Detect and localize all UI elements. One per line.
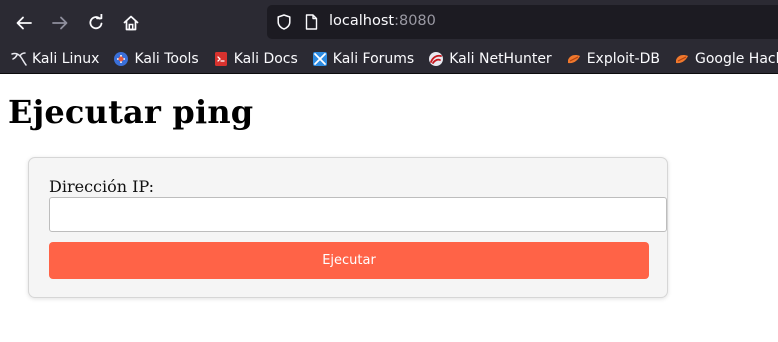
- url-text[interactable]: localhost:8080: [329, 13, 436, 29]
- ip-address-label: Dirección IP:: [49, 177, 155, 196]
- home-icon: [123, 15, 139, 31]
- bookmark-kali-forums[interactable]: Kali Forums: [302, 47, 418, 71]
- execute-button[interactable]: Ejecutar: [49, 242, 649, 279]
- ip-address-input[interactable]: [49, 197, 667, 232]
- kali-docs-icon: [214, 52, 227, 66]
- bookmark-label: Kali Docs: [233, 51, 298, 67]
- url-port: :8080: [394, 13, 436, 29]
- bookmark-kali-nethunter[interactable]: Kali NetHunter: [418, 47, 555, 71]
- kali-dragon-icon: [11, 52, 27, 66]
- address-bar[interactable]: localhost:8080: [267, 5, 778, 39]
- page-title: Ejecutar ping: [8, 93, 254, 131]
- browser-toolbar: localhost:8080: [0, 0, 778, 45]
- bookmark-exploit-db[interactable]: Exploit-DB: [556, 47, 664, 71]
- bookmark-label: Kali Forums: [332, 51, 415, 67]
- page-info-icon[interactable]: [305, 14, 318, 30]
- forward-arrow-icon: [52, 16, 68, 30]
- kali-forums-icon: [312, 52, 327, 66]
- back-arrow-icon: [16, 16, 32, 30]
- back-button[interactable]: [10, 9, 38, 37]
- kali-tools-icon: [114, 52, 129, 66]
- bookmark-kali-docs[interactable]: Kali Docs: [203, 47, 302, 71]
- reload-icon: [89, 14, 103, 30]
- kali-nethunter-icon: [429, 52, 444, 66]
- reload-button[interactable]: [82, 9, 110, 37]
- bookmark-label: Google Hacking DB: [694, 51, 778, 67]
- google-hacking-db-icon: [675, 55, 688, 64]
- bookmark-label: Kali Linux: [32, 51, 100, 67]
- bookmark-label: Kali Tools: [134, 51, 199, 67]
- forward-button[interactable]: [46, 9, 74, 37]
- bookmark-google-hacking-db[interactable]: Google Hacking DB: [664, 47, 778, 71]
- bookmark-kali-linux[interactable]: Kali Linux: [0, 47, 103, 71]
- bookmark-label: Kali NetHunter: [449, 51, 552, 67]
- tracking-shield-icon[interactable]: [277, 14, 291, 30]
- home-button[interactable]: [117, 9, 145, 37]
- exploit-db-icon: [567, 55, 580, 64]
- bookmarks-bar: Kali Linux Kali Tools Kali Docs Kali For…: [0, 45, 778, 74]
- ping-form-card: Dirección IP: Ejecutar: [28, 157, 668, 298]
- url-host: localhost: [329, 13, 395, 29]
- bookmark-label: Exploit-DB: [586, 51, 660, 67]
- bookmark-kali-tools[interactable]: Kali Tools: [103, 47, 202, 71]
